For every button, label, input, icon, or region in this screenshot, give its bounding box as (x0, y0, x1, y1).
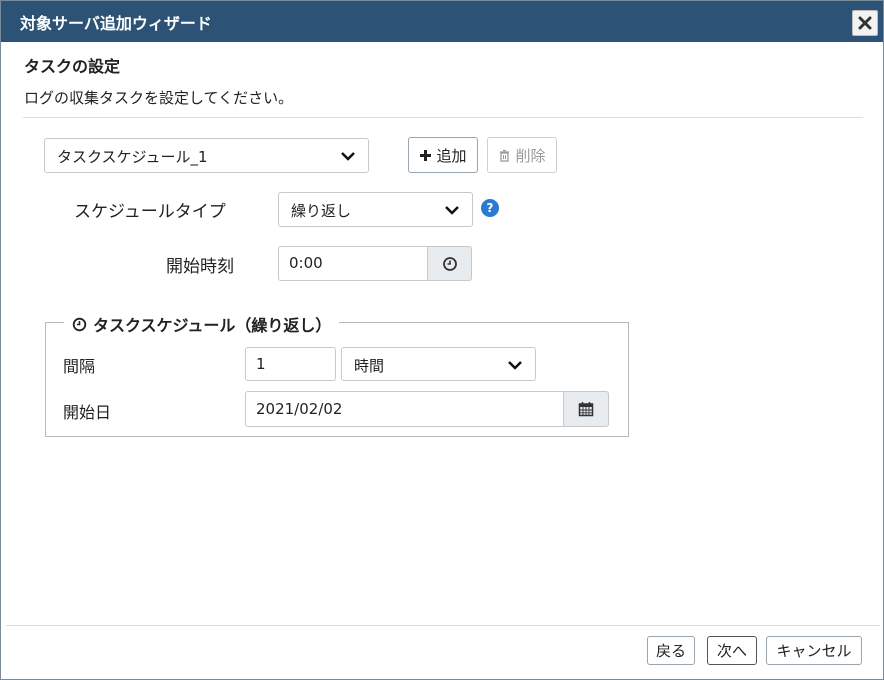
start-time-picker-button[interactable] (428, 246, 472, 281)
chevron-down-icon (508, 361, 522, 370)
chevron-down-icon (341, 152, 355, 161)
interval-label: 間隔 (63, 357, 96, 376)
schedule-type-value: 繰り返し (291, 202, 352, 220)
delete-button-label: 削除 (515, 146, 546, 165)
footer-divider (6, 625, 880, 626)
next-button[interactable]: 次へ (707, 636, 757, 665)
section-title: タスクの設定 (24, 57, 121, 76)
window-title: 対象サーバ追加ウィザード (20, 14, 212, 33)
chevron-down-icon (445, 206, 459, 215)
schedule-group-legend: タスクスケジュール（繰り返し） (64, 312, 340, 336)
calendar-icon (578, 402, 594, 417)
clock-icon (442, 256, 457, 271)
close-icon (858, 16, 872, 30)
section-description: ログの収集タスクを設定してください。 (24, 89, 294, 107)
plus-icon (420, 149, 432, 161)
start-date-label: 開始日 (63, 403, 112, 422)
interval-input[interactable]: 1 (245, 347, 336, 381)
schedule-type-select[interactable]: 繰り返し (278, 192, 473, 227)
back-button[interactable]: 戻る (647, 636, 695, 665)
task-schedule-select[interactable]: タスクスケジュール_1 (44, 138, 369, 173)
clock-icon (72, 317, 87, 331)
wizard-dialog: 対象サーバ追加ウィザード タスクの設定 ログの収集タスクを設定してください。 タ… (0, 0, 884, 680)
add-button-label: 追加 (436, 146, 467, 165)
start-time-label: 開始時刻 (166, 257, 234, 277)
schedule-type-label: スケジュールタイプ (74, 202, 226, 222)
start-date-value: 2021/02/02 (256, 400, 343, 418)
start-date-input[interactable]: 2021/02/02 (245, 391, 564, 427)
interval-unit-select[interactable]: 時間 (341, 347, 536, 381)
interval-value: 1 (256, 355, 266, 373)
titlebar: 対象サーバ追加ウィザード (1, 1, 883, 42)
close-button[interactable] (852, 10, 878, 36)
trash-icon (500, 149, 510, 162)
cancel-button[interactable]: キャンセル (766, 636, 862, 665)
interval-unit-value: 時間 (354, 357, 385, 375)
calendar-button[interactable] (564, 391, 609, 427)
divider (23, 117, 863, 118)
schedule-group-title: タスクスケジュール（繰り返し） (93, 316, 332, 335)
add-button[interactable]: 追加 (408, 137, 478, 173)
delete-button[interactable]: 削除 (487, 137, 557, 173)
start-time-value: 0:00 (289, 254, 323, 272)
start-time-input[interactable]: 0:00 (278, 246, 428, 281)
task-schedule-value: タスクスケジュール_1 (57, 148, 208, 166)
help-icon[interactable]: ? (481, 199, 499, 217)
